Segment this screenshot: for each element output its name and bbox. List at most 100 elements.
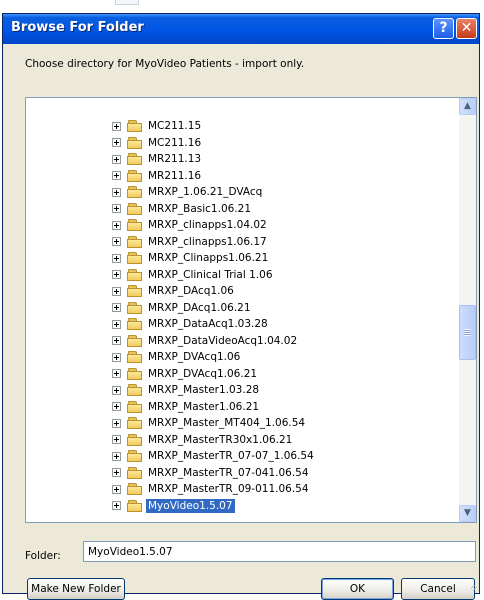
tree-item-label: MC211.15: [148, 120, 202, 132]
expand-plus-icon[interactable]: [112, 369, 121, 378]
tree-item-label: MRXP_Master1.06.21: [148, 400, 260, 413]
expand-plus-icon[interactable]: [112, 336, 121, 345]
tree-item[interactable]: MyoVideo1.5.07: [112, 498, 235, 514]
expand-plus-icon[interactable]: [112, 435, 121, 444]
expand-plus-icon[interactable]: [112, 451, 121, 461]
tree-item-label: MyoVideo1.5.07: [146, 498, 235, 513]
tree-item[interactable]: MC211.15: [112, 118, 203, 134]
tree-item-label: MRXP_MasterTR_07-07_1.06.54: [148, 450, 314, 462]
tree-item-label: MRXP_DAcq1.06: [148, 285, 234, 297]
folder-icon: [127, 400, 143, 413]
tree-item[interactable]: MRXP_clinapps1.06.17: [112, 234, 269, 250]
resize-grip[interactable]: [471, 585, 477, 591]
folder-icon: [127, 169, 143, 182]
tree-item[interactable]: MRXP_DAcq1.06.21: [112, 300, 253, 316]
instruction-text: Choose directory for MyoVideo Patients -…: [25, 58, 305, 70]
expand-plus-icon[interactable]: [112, 303, 121, 312]
tree-item-label: MRXP_Master_MT404_1.06.54: [148, 417, 306, 429]
tree-item[interactable]: MRXP_clinapps1.04.02: [112, 217, 269, 233]
close-button[interactable]: ✕: [456, 18, 477, 39]
expand-plus-icon[interactable]: [112, 402, 121, 411]
expand-plus-icon[interactable]: [112, 154, 121, 164]
tree-item[interactable]: MRXP_DVAcq1.06: [112, 349, 242, 365]
expand-plus-icon[interactable]: [112, 204, 121, 213]
folder-field-label: Folder:: [25, 550, 61, 562]
folder-icon: [127, 186, 143, 198]
ok-button[interactable]: OK: [321, 578, 394, 600]
expand-plus-icon[interactable]: [112, 121, 121, 131]
scroll-down-button[interactable]: ▼: [459, 505, 476, 522]
tree-item-label: MRXP_clinapps1.06.17: [148, 235, 267, 248]
expand-plus-icon[interactable]: [112, 501, 121, 510]
window-title: Browse For Folder: [11, 20, 144, 35]
expand-plus-icon[interactable]: [112, 138, 121, 147]
tree-item-label: MRXP_DataAcq1.03.28: [148, 318, 268, 330]
expand-plus-icon[interactable]: [112, 171, 121, 180]
tree-item-label: MRXP_Master1.03.28: [148, 384, 260, 396]
folder-icon: [127, 202, 143, 215]
tree-item[interactable]: MRXP_Clinapps1.06.21: [112, 250, 270, 266]
tree-item[interactable]: MRXP_Clinical Trial 1.06: [112, 267, 275, 283]
make-new-folder-button[interactable]: Make New Folder: [27, 578, 125, 600]
tree-item-label: MRXP_clinapps1.04.02: [148, 219, 267, 231]
folder-path-input[interactable]: [83, 541, 476, 562]
folder-icon: [127, 466, 143, 479]
tree-item[interactable]: MRXP_Basic1.06.21: [112, 201, 253, 217]
tree-item[interactable]: MRXP_DAcq1.06: [112, 283, 236, 299]
tree-item[interactable]: MRXP_1.06.21_DVAcq: [112, 184, 264, 200]
expand-plus-icon[interactable]: [112, 484, 121, 494]
folder-icon: [127, 450, 143, 462]
folder-icon: [127, 318, 143, 330]
tree-item-label: MRXP_DAcq1.06.21: [148, 301, 251, 314]
tree-item[interactable]: MRXP_Master_MT404_1.06.54: [112, 415, 307, 431]
tree-item-label: MRXP_Clinapps1.06.21: [148, 252, 269, 264]
folder-icon: [127, 433, 143, 446]
expand-plus-icon[interactable]: [112, 468, 121, 477]
folder-icon: [127, 367, 143, 380]
tree-item[interactable]: MRXP_MasterTR_09-011.06.54: [112, 481, 311, 497]
tree-item[interactable]: MRXP_MasterTR_07-041.06.54: [112, 465, 311, 481]
expand-plus-icon[interactable]: [112, 319, 121, 329]
folder-icon: [127, 285, 143, 297]
tree-item[interactable]: MRXP_DataAcq1.03.28: [112, 316, 270, 332]
tree-item[interactable]: MRXP_MasterTR30x1.06.21: [112, 432, 294, 448]
expand-plus-icon[interactable]: [112, 237, 121, 246]
tree-item[interactable]: MRXP_MasterTR_07-07_1.06.54: [112, 448, 316, 464]
folder-icon: [127, 417, 143, 429]
expand-plus-icon[interactable]: [112, 220, 121, 230]
tree-item[interactable]: MRXP_Master1.06.21: [112, 399, 261, 415]
folder-icon: [127, 483, 143, 495]
folder-icon: [127, 351, 143, 363]
tree-item[interactable]: MRXP_DataVideoAcq1.04.02: [112, 333, 299, 349]
tree-item-label: MRXP_MasterTR_09-011.06.54: [148, 483, 309, 495]
tree-scrollbar[interactable]: ▲ ▼: [459, 98, 476, 522]
tree-item[interactable]: MC211.16: [112, 135, 203, 151]
expand-plus-icon[interactable]: [112, 270, 121, 279]
expand-plus-icon[interactable]: [112, 418, 121, 428]
expand-plus-icon[interactable]: [112, 286, 121, 296]
tree-item-label: MRXP_DVAcq1.06.21: [148, 367, 258, 380]
tree-item[interactable]: MR211.16: [112, 168, 203, 184]
expand-plus-icon[interactable]: [112, 385, 121, 395]
expand-plus-icon[interactable]: [112, 352, 121, 362]
help-button[interactable]: ?: [433, 18, 454, 39]
folder-icon: [127, 384, 143, 396]
browse-folder-dialog: Browse For Folder ? ✕ Choose directory f…: [2, 13, 480, 600]
scroll-up-button[interactable]: ▲: [459, 98, 476, 115]
title-bar[interactable]: Browse For Folder ? ✕: [3, 14, 479, 44]
tree-item[interactable]: MRXP_Master1.03.28: [112, 382, 261, 398]
tree-item[interactable]: MRXP_DVAcq1.06.21: [112, 366, 259, 382]
tree-item-label: MRXP_MasterTR_07-041.06.54: [148, 466, 309, 479]
tree-item-label: MC211.16: [148, 136, 202, 149]
folder-icon: [127, 120, 143, 132]
background-tab-edge: [115, 0, 139, 5]
tree-item-label: MRXP_1.06.21_DVAcq: [148, 186, 263, 198]
cancel-button[interactable]: Cancel: [401, 578, 475, 600]
expand-plus-icon[interactable]: [112, 253, 121, 263]
tree-item[interactable]: MR211.13: [112, 151, 203, 167]
expand-plus-icon[interactable]: [112, 187, 121, 197]
tree-item-label: MR211.13: [148, 153, 202, 165]
folder-icon: [127, 136, 143, 149]
scroll-thumb[interactable]: [459, 305, 476, 360]
folder-tree[interactable]: MC211.15 MC211.16 MR211.13 MR211.16 MRXP_1.0…: [25, 97, 477, 523]
